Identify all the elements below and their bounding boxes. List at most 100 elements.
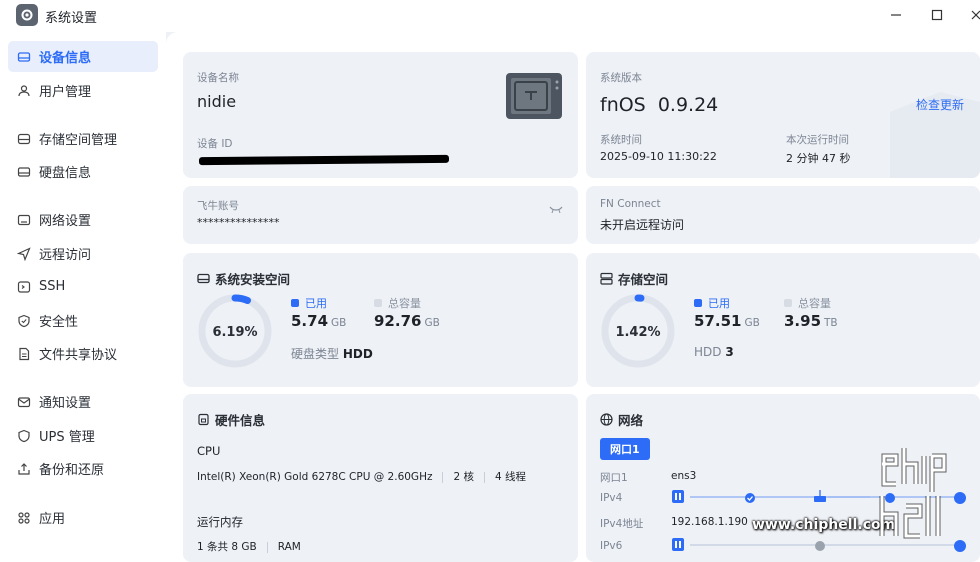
chip-icon (198, 413, 209, 426)
sidebar: 设备信息 用户管理 存储空间管理 硬盘信息 网络设置 远程访问 SSH 安全性 … (0, 32, 166, 562)
send-icon (17, 246, 31, 261)
system-time-label: 系统时间 (600, 134, 642, 146)
system-space-card: 系统安装空间 6.19% 已用 5.74 GB 总容量 92.76 GB 硬盘类型 … (183, 253, 578, 387)
sidebar-item-ssh[interactable]: SSH (8, 271, 158, 302)
sidebar-item-label: 存储空间管理 (39, 133, 118, 148)
minimize-button[interactable] (884, 4, 908, 26)
total-label: 总容量 (798, 297, 831, 310)
sidebar-item-file-sharing[interactable]: 文件共享协议 (8, 338, 158, 369)
device-name: nidie (197, 92, 237, 111)
port-label: 网口1 (600, 472, 628, 484)
cpu-cores: 2 核 (453, 471, 475, 483)
tab-port1[interactable]: 网口1 (600, 438, 650, 460)
sidebar-item-storage[interactable]: 存储空间管理 (8, 123, 158, 154)
battery-shield-icon (17, 429, 31, 443)
settings-app-icon (16, 4, 38, 26)
device-card: 设备名称 nidie 设备 ID (183, 52, 578, 178)
used-unit: GB (331, 317, 347, 329)
cpu-model: Intel(R) Xeon(R) Gold 6278C CPU @ 2.60GH… (197, 471, 433, 483)
storage-hdd: HDD 3 (694, 345, 734, 359)
total-unit: GB (424, 317, 440, 329)
disk-type-value: HDD (342, 347, 373, 361)
maximize-button[interactable] (925, 4, 949, 26)
storage-used-legend: 已用 (694, 295, 730, 311)
uptime-label: 本次运行时间 (786, 134, 849, 146)
used-unit: GB (744, 317, 760, 329)
storage-icon (600, 272, 613, 285)
backup-icon (17, 462, 31, 476)
mail-icon (17, 395, 31, 409)
system-space-percent: 6.19% (212, 325, 258, 340)
sidebar-item-apps[interactable]: 应用 (8, 502, 158, 533)
total-value: 92.76 (374, 312, 422, 330)
sidebar-item-disk[interactable]: 硬盘信息 (8, 156, 158, 187)
system-space-used-legend: 已用 (291, 295, 327, 311)
shield-icon (17, 314, 31, 328)
sidebar-item-backup[interactable]: 备份和还原 (8, 453, 158, 484)
network-card-icon (17, 213, 31, 227)
chiphell-logo-watermark (879, 448, 947, 539)
cpu-label: CPU (197, 444, 221, 458)
divider (484, 471, 486, 483)
account-card: 飞牛账号 *************** (183, 186, 578, 244)
device-id-label: 设备 ID (197, 138, 233, 150)
total-unit: TB (824, 317, 838, 329)
sidebar-item-label: 远程访问 (39, 248, 92, 263)
fnos-logo-watermark-icon (890, 92, 980, 178)
sidebar-item-remote[interactable]: 远程访问 (8, 238, 158, 269)
status-pending-icon (815, 541, 825, 551)
sidebar-item-notifications[interactable]: 通知设置 (8, 386, 158, 417)
nic-icon (672, 490, 684, 503)
storage-total-legend: 总容量 (784, 295, 831, 311)
sidebar-item-ups[interactable]: UPS 管理 (8, 420, 158, 451)
disk-type-label: 硬盘类型 (291, 347, 340, 361)
ipv4-label: IPv4 (600, 492, 623, 504)
legend-dot (374, 299, 382, 307)
legend-dot (291, 299, 299, 307)
drive-icon (17, 50, 31, 64)
sidebar-item-users[interactable]: 用户管理 (8, 75, 158, 106)
close-button[interactable] (964, 4, 980, 26)
storage-card: 存储空间 1.42% 已用 57.51 GB 总容量 3.95 TB HDD 3 (586, 253, 980, 387)
memory-label: 运行内存 (197, 515, 243, 529)
memory-info: 1 条共 8 GB RAM (197, 539, 301, 554)
used-value: 5.74 (291, 312, 329, 330)
sidebar-item-label: 网络设置 (39, 214, 92, 229)
sidebar-item-security[interactable]: 安全性 (8, 305, 158, 336)
used-label: 已用 (305, 297, 327, 310)
sidebar-item-label: 设备信息 (39, 51, 92, 66)
check-update-link[interactable]: 检查更新 (916, 96, 964, 113)
sidebar-item-label: 用户管理 (39, 85, 92, 100)
terminal-icon (17, 280, 31, 294)
disk-type: 硬盘类型 HDD (291, 345, 373, 362)
sidebar-item-network[interactable]: 网络设置 (8, 204, 158, 235)
sidebar-item-device-info[interactable]: 设备信息 (8, 41, 158, 72)
device-id-redaction (198, 154, 450, 166)
system-version-label: 系统版本 (600, 72, 642, 84)
fnconnect-card: FN Connect 未开启远程访问 (586, 186, 980, 244)
sidebar-item-label: 通知设置 (39, 396, 92, 411)
eye-hidden-icon[interactable] (549, 200, 563, 219)
divider (266, 541, 268, 553)
sidebar-item-label: SSH (39, 279, 66, 294)
main-content: 设备名称 nidie 设备 ID 系统版本 fnOS 0.9.24 检查更新 系… (166, 32, 980, 562)
hardware-card: 硬件信息 CPU Intel(R) Xeon(R) Gold 6278C CPU… (183, 394, 578, 562)
router-icon (814, 496, 826, 502)
used-label: 已用 (708, 297, 730, 310)
storage-icon (17, 132, 31, 146)
disk-icon (17, 165, 31, 179)
memory-type: RAM (277, 541, 301, 553)
internet-globe-icon (954, 540, 966, 552)
cpu-info: Intel(R) Xeon(R) Gold 6278C CPU @ 2.60GH… (197, 469, 526, 484)
system-space-total-legend: 总容量 (374, 295, 421, 311)
account-value: *************** (197, 216, 280, 229)
hardware-title: 硬件信息 (197, 410, 265, 429)
total-value: 3.95 (784, 312, 822, 330)
system-card: 系统版本 fnOS 0.9.24 检查更新 系统时间 2025-09-10 11… (586, 52, 980, 178)
system-space-total: 92.76 GB (374, 312, 440, 330)
system-space-title-text: 系统安装空间 (215, 272, 291, 287)
watermark-url: www.chiphell.com (752, 517, 896, 533)
sidebar-item-label: 硬盘信息 (39, 166, 92, 181)
total-label: 总容量 (388, 297, 421, 310)
storage-total: 3.95 TB (784, 312, 838, 330)
